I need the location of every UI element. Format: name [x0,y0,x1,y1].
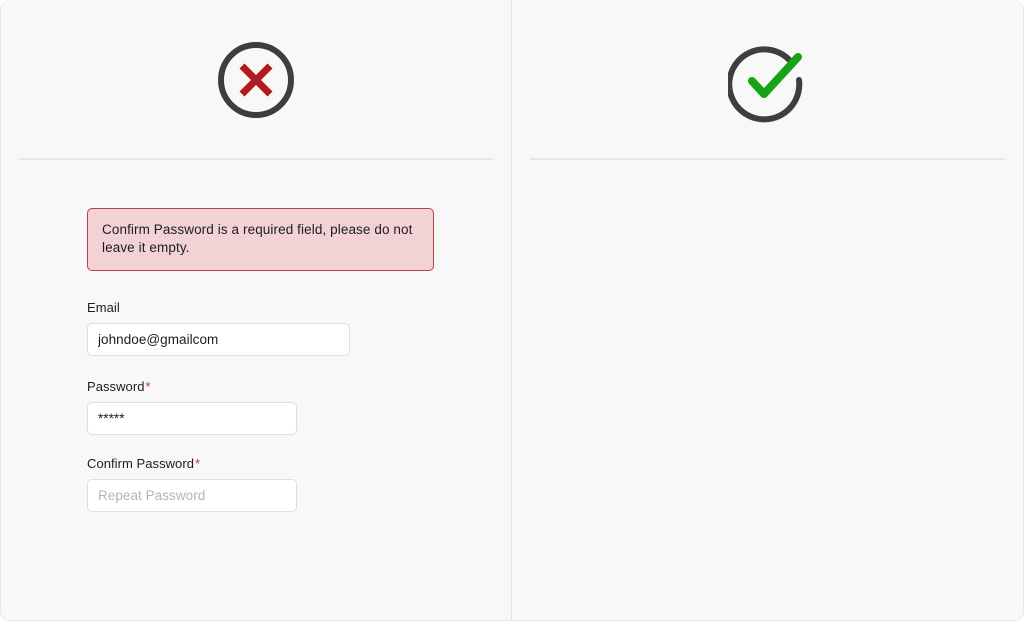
comparison-card: Confirm Password is a required field, pl… [0,0,1024,621]
label-email: Email [87,300,487,315]
form-alert-message: Confirm Password is a required field, pl… [87,208,434,272]
label-email-text: Email [87,300,120,315]
required-asterisk: * [195,456,201,471]
signup-form: Email Password* Confirm Password* [87,300,487,512]
label-confirm-password: Confirm Password* [87,456,487,471]
panel-invalid-example: Confirm Password is a required field, pl… [1,0,512,620]
circle-check-icon [727,30,808,130]
section-divider [19,158,493,160]
label-password: Password* [87,379,487,394]
label-confirm-password-text: Confirm Password [87,456,194,471]
confirm-password-input[interactable] [87,479,297,512]
panel-valid-example: Confirm Password is a required field, pl… [512,0,1023,620]
circle-cross-icon [216,30,296,130]
field-confirm-password: Confirm Password* [87,456,487,512]
password-input[interactable] [87,402,297,435]
status-icon-wrap [512,30,1023,130]
section-divider [530,158,1005,160]
form-alert-text: Confirm Password is a required field, pl… [102,222,413,256]
field-email: Email [87,300,487,356]
status-icon-wrap [1,30,511,130]
label-password-text: Password [87,379,145,394]
required-asterisk: * [145,379,151,394]
email-input[interactable] [87,323,350,356]
screen-root: Confirm Password is a required field, pl… [0,0,1024,626]
field-password: Password* [87,379,487,435]
